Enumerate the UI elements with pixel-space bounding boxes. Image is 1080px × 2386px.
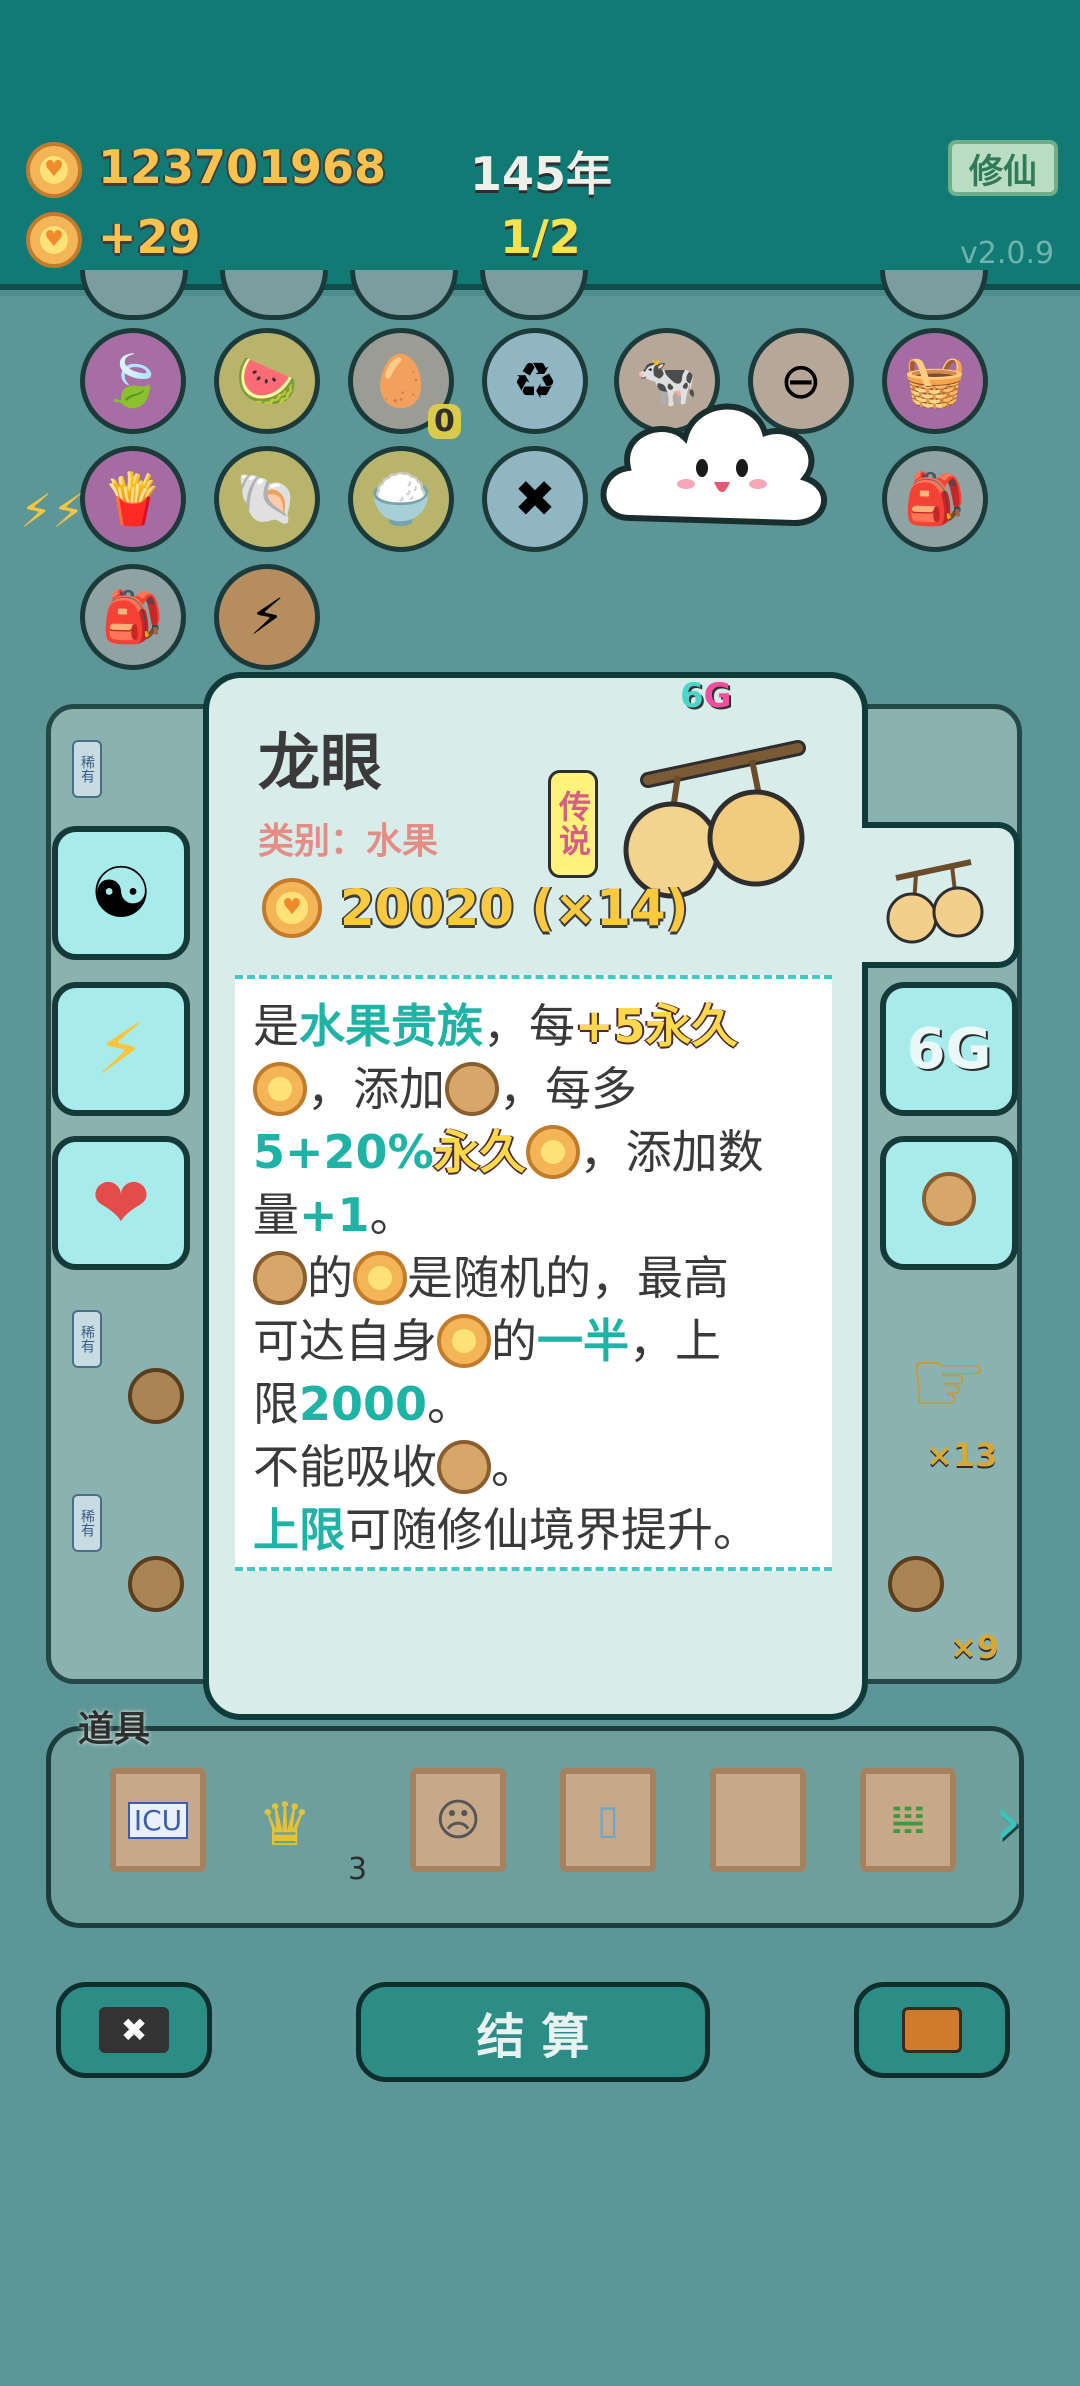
year-counter: 145年 bbox=[470, 147, 613, 201]
sack-icon[interactable]: 🎒 bbox=[882, 446, 988, 552]
longan-tab-icon bbox=[886, 859, 984, 944]
briefcase-icon bbox=[902, 2007, 962, 2053]
icu-text: ICU bbox=[127, 1801, 189, 1839]
shell-icon[interactable]: 🐚 bbox=[214, 446, 320, 552]
crown-count: 3 bbox=[348, 1852, 368, 1887]
coin-icon: ♥ bbox=[262, 878, 322, 938]
longan-icon bbox=[128, 1368, 184, 1424]
item-description: 是水果贵族，每+5永久 ，添加 ，每多 5+20%永久 ，添加数 量+1。 的是随机… bbox=[235, 975, 832, 1571]
longan-side-button[interactable] bbox=[880, 1136, 1018, 1270]
longan-icon bbox=[922, 1172, 976, 1226]
fridge-icon: ▯ bbox=[596, 1797, 619, 1843]
longan-icon bbox=[128, 1556, 184, 1612]
coin-icon bbox=[437, 1313, 491, 1368]
coin-total: 123701968 bbox=[98, 140, 387, 194]
lightning-effect-icon: ⚡⚡ bbox=[20, 484, 85, 538]
round-progress: 1/2 bbox=[500, 210, 581, 264]
icu-prop[interactable]: ICU bbox=[110, 1768, 206, 1872]
fruit-platter-icon[interactable]: 🍉 bbox=[214, 328, 320, 434]
props-label: 道具 bbox=[78, 1709, 151, 1750]
cloud-mascot-icon bbox=[600, 403, 827, 527]
lightning-button[interactable]: ⚡ bbox=[52, 982, 190, 1116]
pointing-hand-icon: ☞ bbox=[908, 1330, 989, 1435]
rare-tag: 稀有 bbox=[72, 1310, 102, 1368]
lightning-icon: ⚡ bbox=[96, 1008, 146, 1090]
robot-icon: ☹ bbox=[435, 1794, 481, 1846]
liver-button[interactable]: ❤ bbox=[52, 1136, 190, 1270]
longan-icon bbox=[888, 1556, 944, 1612]
price-row: ♥ 20020 (×14) bbox=[262, 878, 689, 938]
bamboo-prop[interactable]: 𝍐 bbox=[860, 1768, 956, 1872]
item-card-tab bbox=[862, 822, 1020, 968]
lightning-slot-icon[interactable]: ⚡ bbox=[214, 564, 320, 670]
rice-bowl-icon[interactable]: 🍚 bbox=[348, 446, 454, 552]
egg-tray-count: 0 bbox=[428, 404, 461, 439]
coin-icon bbox=[353, 1250, 407, 1305]
briefcase-button[interactable] bbox=[854, 1982, 1010, 2078]
longan-icon bbox=[445, 1061, 499, 1116]
recycle-icon[interactable]: ♻ bbox=[482, 328, 588, 434]
robot-prop[interactable]: ☹ bbox=[410, 1768, 506, 1872]
sack-icon[interactable]: 🎒 bbox=[80, 564, 186, 670]
chopsticks-icon[interactable]: ✖ bbox=[482, 446, 588, 552]
multiplier-9: ×9 bbox=[950, 1628, 1000, 1666]
yin-yang-icon: ☯ bbox=[89, 852, 153, 934]
longan-icon bbox=[437, 1439, 491, 1494]
close-icon: ✖ bbox=[99, 2007, 169, 2053]
coin-icon bbox=[525, 1124, 580, 1179]
coin-icon bbox=[253, 1061, 307, 1116]
six-g-button[interactable]: 6G bbox=[880, 982, 1018, 1116]
multiplier-13: ×13 bbox=[926, 1436, 998, 1474]
coin-rate-icon: ♥ bbox=[26, 212, 82, 268]
top-bar: ♥ 123701968 ♥ +29 145年 1/2 修仙 v2.0.9 bbox=[0, 0, 1080, 290]
next-arrow-icon[interactable]: › bbox=[994, 1780, 1022, 1862]
coin-delta: +29 bbox=[98, 210, 201, 264]
rarity-badge: 传说 bbox=[548, 770, 598, 878]
rare-tag: 稀有 bbox=[72, 1494, 102, 1552]
crown-icon[interactable]: ♛ bbox=[258, 1790, 312, 1860]
bamboo-icon: 𝍐 bbox=[890, 1797, 926, 1843]
blank-prop[interactable] bbox=[710, 1768, 806, 1872]
item-category: 类别：水果 bbox=[258, 821, 439, 862]
yin-yang-button[interactable]: ☯ bbox=[52, 826, 190, 960]
cultivate-button[interactable]: 修仙 bbox=[948, 140, 1058, 196]
fries-icon[interactable]: 🍟 bbox=[80, 446, 186, 552]
cancel-button[interactable]: ✖ bbox=[56, 1982, 212, 2078]
version-label: v2.0.9 bbox=[960, 236, 1055, 271]
liver-icon: ❤ bbox=[91, 1162, 151, 1244]
six-g-tag: 6G bbox=[680, 676, 732, 716]
rare-tag: 稀有 bbox=[72, 740, 102, 798]
settle-button[interactable]: 结 算 bbox=[356, 1982, 710, 2082]
fruit-basket-icon[interactable]: 🧺 bbox=[882, 328, 988, 434]
item-price: 20020 (×14) bbox=[340, 879, 689, 937]
leaf-icon[interactable]: 🍃 bbox=[80, 328, 186, 434]
fridge-prop[interactable]: ▯ bbox=[560, 1768, 656, 1872]
longan-icon bbox=[253, 1250, 307, 1305]
item-name: 龙眼 bbox=[258, 726, 383, 799]
coin-icon: ♥ bbox=[26, 142, 82, 198]
